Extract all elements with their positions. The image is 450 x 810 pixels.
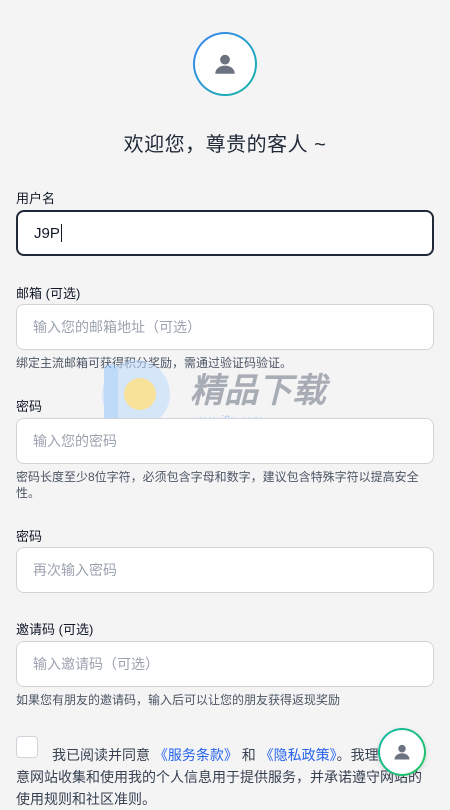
user-icon [215,54,235,74]
username-value: J9P [34,224,60,242]
floating-user-button[interactable] [378,728,426,776]
register-form: 欢迎您，尊贵的客人 ~ 用户名 J9P 邮箱 (可选) 输入您的邮箱地址（可选）… [0,0,450,807]
welcome-title: 欢迎您，尊贵的客人 ~ [123,134,327,156]
invite-code-field[interactable]: 输入邀请码（可选） [16,641,434,687]
confirm-password-field[interactable]: 再次输入密码 [16,547,434,593]
email-placeholder: 输入您的邮箱地址（可选） [33,319,201,335]
terms-link[interactable]: 《服务条款》 [154,747,238,763]
agreement-text: 我已阅读并同意 《服务条款》 和 《隐私政策》。我理解并同意网站收集和使用我的个… [16,744,434,810]
invite-label: 邀请码 (可选) [16,622,94,637]
invite-hint: 如果您有朋友的邀请码，输入后可以让您的朋友获得返现奖励 [16,693,341,707]
watermark-title: 精品下载 [190,372,331,410]
avatar [193,32,257,96]
agree-checkbox[interactable] [16,736,38,758]
confirm-password-placeholder: 再次输入密码 [33,562,117,578]
user-icon [394,744,410,760]
invite-placeholder: 输入邀请码（可选） [33,656,159,672]
confirm-password-label: 密码 [16,529,43,544]
password-hint: 密码长度至少8位字符，必须包含字母和数字，建议包含特殊字符以提高安全性。 [16,470,419,500]
email-field[interactable]: 输入您的邮箱地址（可选） [16,304,434,350]
text-caret [60,224,62,242]
agreement-and: 和 [237,747,260,763]
agreement-prefix: 我已阅读并同意 [52,747,154,763]
email-hint: 绑定主流邮箱可获得积分奖励，需通过验证码验证。 [16,356,293,370]
password-placeholder: 输入您的密码 [33,433,117,449]
username-input[interactable]: J9P [16,210,434,256]
password-field[interactable]: 输入您的密码 [16,418,434,464]
email-label: 邮箱 (可选) [16,286,81,301]
privacy-link[interactable]: 《隐私政策》 [260,747,337,763]
password-label: 密码 [16,399,43,414]
username-label: 用户名 [16,191,56,206]
